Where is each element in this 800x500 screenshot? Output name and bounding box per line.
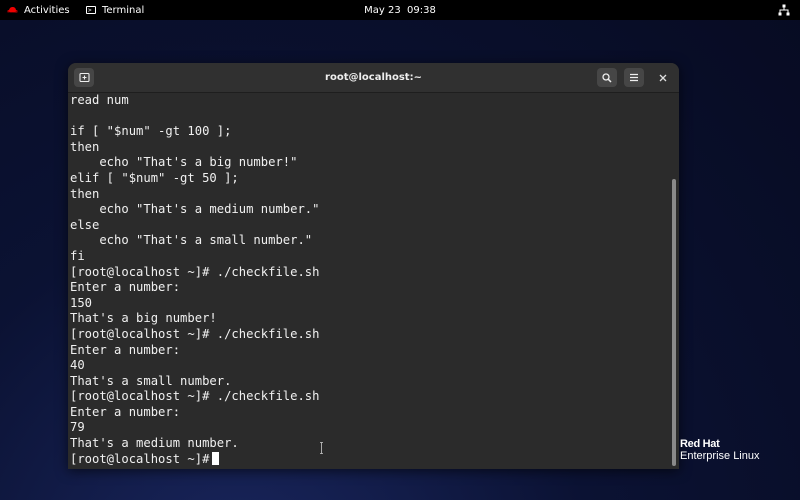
- terminal-line: elif [ "$num" -gt 50 ];: [70, 170, 239, 185]
- terminal-line: [root@localhost ~]# ./checkfile.sh: [70, 264, 320, 279]
- new-tab-icon: [78, 72, 90, 83]
- terminal-line: Enter a number:: [70, 342, 181, 357]
- terminal-output[interactable]: read num if [ "$num" -gt 100 ]; then echo …: [68, 93, 679, 469]
- top-bar: Activities >_ Terminal May 23 09:38: [0, 0, 800, 20]
- search-button[interactable]: [597, 68, 617, 87]
- network-icon: [778, 4, 790, 16]
- terminal-lines: read num if [ "$num" -gt 100 ]; then echo …: [70, 93, 660, 467]
- terminal-line: fi: [70, 248, 85, 263]
- branding-line2: Enterprise Linux: [680, 450, 760, 462]
- branding-line1: Red Hat: [680, 438, 720, 450]
- new-tab-button[interactable]: [74, 68, 94, 87]
- prompt-line[interactable]: [root@localhost ~]#: [70, 451, 660, 468]
- scrollbar-thumb[interactable]: [672, 179, 676, 466]
- system-menu[interactable]: [778, 0, 790, 20]
- clock[interactable]: May 23 09:38: [0, 0, 800, 20]
- terminal-line: else: [70, 217, 100, 232]
- terminal-line: 79: [70, 420, 85, 435]
- window-title: root@localhost:~: [325, 72, 422, 83]
- terminal-line: [root@localhost ~]# ./checkfile.sh: [70, 389, 320, 404]
- terminal-line: Enter a number:: [70, 280, 181, 295]
- terminal-line: 40: [70, 358, 85, 373]
- terminal-line: echo "That's a small number.": [70, 233, 313, 248]
- terminal-line: Enter a number:: [70, 404, 181, 419]
- prompt-text: [root@localhost ~]#: [70, 451, 210, 466]
- terminal-line: That's a medium number.: [70, 436, 239, 451]
- terminal-line: read num: [70, 93, 129, 107]
- redhat-branding: Red Hat Enterprise Linux: [680, 438, 760, 462]
- close-icon: [659, 74, 667, 81]
- terminal-line: then: [70, 139, 100, 154]
- terminal-line: echo "That's a big number!": [70, 155, 298, 170]
- terminal-line: 150: [70, 295, 93, 310]
- clock-label: May 23 09:38: [364, 4, 436, 16]
- terminal-window: root@localhost:~ read num if [ "$num" -gt: [68, 63, 679, 469]
- block-cursor: [212, 451, 220, 465]
- terminal-line: if [ "$num" -gt 100 ];: [70, 124, 232, 139]
- terminal-line: That's a small number.: [70, 373, 232, 388]
- close-button[interactable]: [653, 68, 673, 87]
- window-header[interactable]: root@localhost:~: [68, 63, 679, 93]
- terminal-line: echo "That's a medium number.": [70, 202, 320, 217]
- hamburger-menu-icon: [630, 73, 638, 82]
- text-cursor-icon: [320, 442, 323, 454]
- search-icon: [602, 72, 612, 83]
- menu-button[interactable]: [624, 68, 644, 87]
- terminal-line: [root@localhost ~]# ./checkfile.sh: [70, 326, 320, 341]
- terminal-line: then: [70, 186, 100, 201]
- terminal-line: That's a big number!: [70, 311, 217, 326]
- scrollbar[interactable]: [669, 93, 679, 469]
